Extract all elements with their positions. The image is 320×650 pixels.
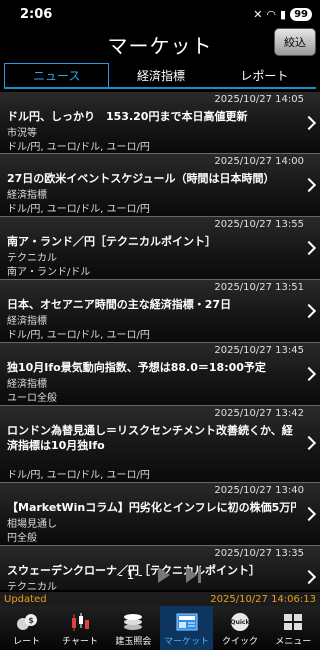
pager: - 1 - bbox=[0, 562, 320, 588]
next-page-icon[interactable] bbox=[158, 567, 171, 583]
nav-menu[interactable]: メニュー bbox=[267, 606, 320, 650]
news-title: 日本、オセアニア時間の主な経済指標・27日 bbox=[7, 298, 232, 311]
news-title: ドル円、しっかり 153.20円まで本日高値更新 bbox=[7, 110, 248, 123]
news-title: ロンドン為替見通し＝リスクセンチメント改善続くか、経済指標は10月独Ifo bbox=[7, 424, 293, 452]
bottom-nav: $ レート チャート 建玉照会 マーケット Quick クイック メニュー bbox=[0, 606, 320, 650]
news-category: 経済指標 bbox=[7, 316, 47, 327]
news-pairs: ドル/円, ユーロ/ドル, ユーロ/円 bbox=[7, 330, 150, 341]
tab-news[interactable]: ニュース bbox=[4, 63, 110, 87]
chevron-right-icon bbox=[301, 366, 317, 382]
news-item[interactable]: 2025/10/27 14:05 ドル円、しっかり 153.20円まで本日高値更… bbox=[0, 92, 320, 154]
news-date: 2025/10/27 14:05 bbox=[214, 94, 304, 105]
news-date: 2025/10/27 13:45 bbox=[214, 345, 304, 356]
news-item[interactable]: 2025/10/27 13:40 【MarketWinコラム】円劣化とインフレに… bbox=[0, 483, 320, 546]
news-date: 2025/10/27 13:51 bbox=[214, 282, 304, 293]
nav-position-label: 建玉照会 bbox=[115, 637, 152, 647]
signal-icon: ▮ bbox=[280, 7, 287, 21]
tab-economic-indicators[interactable]: 経済指標 bbox=[109, 63, 212, 87]
rate-icon: $ bbox=[16, 612, 38, 632]
news-date: 2025/10/27 14:00 bbox=[214, 156, 304, 167]
chevron-right-icon bbox=[301, 115, 317, 131]
news-list: 2025/10/27 14:05 ドル円、しっかり 153.20円まで本日高値更… bbox=[0, 92, 320, 590]
news-title: 独10月Ifo景気動向指数、予想は88.0＝18:00予定 bbox=[7, 361, 266, 374]
news-item[interactable]: 2025/10/27 14:00 27日の欧米イベントスケジュール（時間は日本時… bbox=[0, 154, 320, 217]
news-item[interactable]: 2025/10/27 13:51 日本、オセアニア時間の主な経済指標・27日 経… bbox=[0, 280, 320, 343]
page-title: マーケット bbox=[107, 34, 213, 58]
news-pairs: ドル/円, ユーロ/ドル, ユーロ/円 bbox=[7, 142, 150, 153]
nav-position[interactable]: 建玉照会 bbox=[107, 606, 160, 650]
nav-market[interactable]: マーケット bbox=[159, 606, 214, 650]
svg-text:$: $ bbox=[28, 616, 34, 625]
news-pairs: ドル/円, ユーロ/ドル, ユーロ/円 bbox=[7, 470, 150, 481]
chevron-right-icon bbox=[301, 506, 317, 522]
update-time: 2025/10/27 14:06:13 bbox=[210, 593, 316, 605]
menu-icon bbox=[282, 612, 304, 632]
news-title: 南ア・ランド／円［テクニカルポイント］ bbox=[7, 235, 216, 248]
news-title: 【MarketWinコラム】円劣化とインフレに初の株価5万円台 bbox=[7, 501, 296, 514]
position-icon bbox=[122, 612, 144, 632]
wifi-icon: ◠ bbox=[266, 7, 277, 21]
nav-rate[interactable]: $ レート bbox=[0, 606, 53, 650]
news-category: 経済指標 bbox=[7, 379, 47, 390]
nav-quick[interactable]: Quick クイック bbox=[213, 606, 266, 650]
news-item[interactable]: 2025/10/27 13:42 ロンドン為替見通し＝リスクセンチメント改善続く… bbox=[0, 406, 320, 483]
chevron-right-icon bbox=[301, 240, 317, 256]
mute-icon: ✕ bbox=[253, 7, 263, 21]
news-icon bbox=[176, 612, 198, 632]
status-bar: 2:06 ✕ ◠ ▮ 99 bbox=[0, 0, 320, 28]
news-category: 経済指標 bbox=[7, 190, 47, 201]
status-time: 2:06 bbox=[20, 6, 53, 22]
last-page-icon[interactable] bbox=[186, 567, 202, 583]
tab-bar: ニュース 経済指標 レポート bbox=[4, 63, 316, 89]
update-bar: Updated 2025/10/27 14:06:13 bbox=[0, 592, 320, 606]
page-indicator: - 1 - bbox=[118, 568, 143, 582]
news-pairs: ユーロ全般 bbox=[7, 393, 57, 404]
news-date: 2025/10/27 13:55 bbox=[214, 219, 304, 230]
nav-rate-label: レート bbox=[13, 637, 41, 647]
svg-text:Quick: Quick bbox=[230, 619, 250, 626]
chevron-right-icon bbox=[301, 177, 317, 193]
nav-quick-label: クイック bbox=[221, 637, 258, 647]
chevron-right-icon bbox=[301, 303, 317, 319]
nav-chart-label: チャート bbox=[62, 637, 98, 647]
news-item[interactable]: 2025/10/27 13:55 南ア・ランド／円［テクニカルポイント］ テクニ… bbox=[0, 217, 320, 280]
news-date: 2025/10/27 13:42 bbox=[214, 408, 304, 419]
news-pairs: ドル/円, ユーロ/ドル, ユーロ/円 bbox=[7, 204, 150, 215]
battery-icon: 99 bbox=[290, 7, 312, 21]
header: マーケット 絞込 bbox=[0, 28, 320, 62]
news-item[interactable]: 2025/10/27 13:45 独10月Ifo景気動向指数、予想は88.0＝1… bbox=[0, 343, 320, 406]
news-pairs: 円全般 bbox=[7, 533, 37, 544]
news-category: 市況等 bbox=[7, 128, 37, 139]
news-category: テクニカル bbox=[7, 253, 57, 264]
filter-button[interactable]: 絞込 bbox=[274, 28, 316, 56]
nav-chart[interactable]: チャート bbox=[53, 606, 106, 650]
quick-icon: Quick bbox=[229, 612, 251, 632]
status-icons: ✕ ◠ ▮ 99 bbox=[253, 7, 312, 21]
news-date: 2025/10/27 13:40 bbox=[214, 485, 304, 496]
news-date: 2025/10/27 13:35 bbox=[214, 548, 304, 559]
nav-market-label: マーケット bbox=[164, 637, 210, 647]
chevron-right-icon bbox=[301, 435, 317, 451]
chart-icon bbox=[69, 612, 91, 632]
news-pairs: 南ア・ランド/ドル bbox=[7, 267, 91, 278]
news-title: 27日の欧米イベントスケジュール（時間は日本時間） bbox=[7, 172, 275, 185]
news-category: 相場見通し bbox=[7, 519, 57, 530]
tab-reports[interactable]: レポート bbox=[213, 63, 316, 87]
nav-menu-label: メニュー bbox=[275, 637, 312, 647]
update-label: Updated bbox=[4, 593, 47, 605]
